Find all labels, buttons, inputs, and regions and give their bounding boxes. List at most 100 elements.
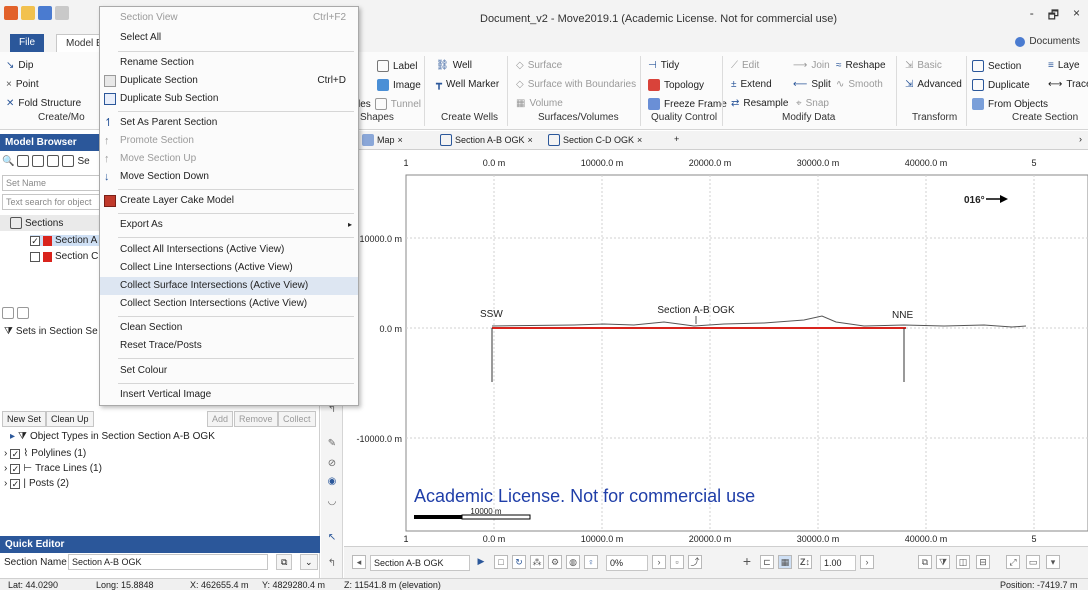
percent-spinner[interactable]: 0% bbox=[606, 555, 648, 571]
menu-rename-section[interactable]: Rename Section bbox=[100, 54, 358, 72]
collect-button[interactable]: Collect bbox=[278, 411, 316, 427]
open-folder-icon[interactable] bbox=[21, 6, 35, 20]
topology-button[interactable]: Topology bbox=[648, 79, 704, 91]
link-icon[interactable]: ⊘ bbox=[326, 458, 338, 470]
zoom-in-icon[interactable]: + bbox=[740, 554, 754, 569]
pointer-icon[interactable]: ↖ bbox=[326, 532, 338, 544]
image-button[interactable]: Image bbox=[377, 79, 421, 91]
view-list-icon[interactable] bbox=[17, 155, 30, 167]
split-view-icon[interactable]: ◫ bbox=[956, 555, 970, 569]
close-icon[interactable]: × bbox=[637, 135, 642, 145]
topography-polyline[interactable] bbox=[491, 315, 1027, 328]
close-icon[interactable]: › bbox=[1079, 134, 1082, 144]
polylines-checkbox[interactable]: ✓ bbox=[10, 448, 21, 459]
expand-icon[interactable]: › bbox=[4, 478, 7, 489]
view-details-icon[interactable] bbox=[32, 155, 45, 167]
close-icon[interactable]: × bbox=[528, 135, 533, 145]
tunnel-button[interactable]: les Tunnel bbox=[358, 98, 421, 110]
clean-up-button[interactable]: Clean Up bbox=[46, 411, 94, 427]
object-type-posts[interactable]: › ✓ | Posts (2) bbox=[4, 478, 69, 489]
object-type-trace-lines[interactable]: › ✓ ⊢ Trace Lines (1) bbox=[4, 463, 102, 474]
section-name-input[interactable]: Section A-B OGK bbox=[68, 554, 268, 570]
remove-button[interactable]: Remove bbox=[234, 411, 278, 427]
menu-reset-trace-posts[interactable]: Reset Trace/Posts bbox=[100, 337, 358, 355]
view-grid-icon[interactable] bbox=[47, 155, 60, 167]
menu-duplicate-sub-section[interactable]: Duplicate Sub Section bbox=[100, 90, 358, 108]
section-select[interactable]: Section A-B OGK bbox=[370, 555, 470, 571]
close-icon[interactable]: × bbox=[1073, 6, 1080, 27]
menu-move-section-up[interactable]: ↑ Move Section Up bbox=[100, 150, 358, 168]
duplicate-section-button[interactable]: Duplicate bbox=[972, 79, 1030, 91]
menu-collect-line-intersections[interactable]: Collect Line Intersections (Active View) bbox=[100, 259, 358, 277]
documents-button[interactable]: Documents bbox=[1015, 36, 1080, 47]
add-button[interactable]: Add bbox=[207, 411, 234, 427]
section-checkbox[interactable]: ✓ bbox=[30, 235, 40, 246]
export-icon[interactable]: ⤴ bbox=[688, 555, 702, 569]
trace-button[interactable]: ⟷Trace bbox=[1048, 79, 1088, 90]
stop-icon[interactable]: ▫ bbox=[670, 555, 684, 569]
section-name-dropdown[interactable]: ⌄ bbox=[300, 554, 318, 570]
layers-icon[interactable]: ⧉ bbox=[918, 555, 932, 569]
surface-boundaries-button[interactable]: ◇ Surface with Boundaries bbox=[516, 79, 636, 90]
settings-icon[interactable]: ⚙ bbox=[548, 555, 562, 569]
align-icon[interactable]: ⊏ bbox=[760, 555, 774, 569]
dip-button[interactable]: ↘ Dip bbox=[6, 60, 33, 71]
tab-section-ab[interactable]: Section A-B OGK × bbox=[440, 134, 533, 146]
tab-file[interactable]: File bbox=[10, 34, 45, 52]
menu-collect-all-intersections[interactable]: Collect All Intersections (Active View) bbox=[100, 241, 358, 259]
window-icon[interactable]: ▭ bbox=[1026, 555, 1040, 569]
edit-button[interactable]: ⟋ Edit bbox=[731, 60, 759, 71]
menu-promote-section[interactable]: ↑ Promote Section bbox=[100, 132, 358, 150]
join-button[interactable]: ⟶ Join bbox=[793, 60, 830, 71]
sections-node[interactable]: Sections bbox=[0, 215, 100, 231]
save-icon[interactable] bbox=[38, 6, 52, 20]
view-tiles-icon[interactable] bbox=[62, 155, 75, 167]
scale-spinner[interactable]: 1.00 bbox=[820, 555, 856, 571]
menu-insert-vertical-image[interactable]: Insert Vertical Image bbox=[100, 386, 358, 404]
volume-button[interactable]: ▦ Volume bbox=[516, 98, 563, 109]
menu-export-as[interactable]: Export As ▸ bbox=[100, 216, 358, 234]
section-canvas[interactable]: 1 0.0 m 10000.0 m 20000.0 m 30000.0 m 40… bbox=[344, 150, 1088, 546]
grid-icon[interactable]: ▦ bbox=[778, 555, 792, 569]
menu-collect-section-intersections[interactable]: Collect Section Intersections (Active Vi… bbox=[100, 295, 358, 313]
menu-move-section-down[interactable]: ↓ Move Section Down bbox=[100, 168, 358, 186]
set-name-field[interactable]: Set Name bbox=[2, 175, 102, 191]
well-button[interactable]: ⛓ Well bbox=[436, 60, 472, 71]
menu-select-all[interactable]: Select All bbox=[100, 29, 358, 47]
section-item[interactable]: Section C bbox=[30, 251, 98, 262]
snap-button[interactable]: ⌖ Snap bbox=[796, 98, 829, 109]
close-icon[interactable]: × bbox=[398, 135, 403, 145]
resample-button[interactable]: ⇄ Resample bbox=[731, 98, 788, 109]
create-section-button[interactable]: Section bbox=[972, 60, 1021, 72]
eye-icon[interactable]: ◉ bbox=[326, 476, 338, 488]
refresh-icon[interactable]: ↻ bbox=[512, 555, 526, 569]
freeze-frame-button[interactable]: Freeze Frame bbox=[648, 98, 727, 110]
menu-collect-surface-intersections[interactable]: Collect Surface Intersections (Active Vi… bbox=[100, 277, 358, 295]
stack-view-icon[interactable]: ⊟ bbox=[976, 555, 990, 569]
asterisk-icon[interactable]: ⁂ bbox=[530, 555, 544, 569]
label-button[interactable]: Label bbox=[377, 60, 417, 72]
object-type-polylines[interactable]: › ✓ ⌇ Polylines (1) bbox=[4, 448, 86, 459]
collapse-icon[interactable]: ↰ bbox=[326, 558, 338, 570]
reshape-button[interactable]: ≈ Reshape bbox=[836, 60, 886, 71]
tidy-button[interactable]: ⊣ Tidy bbox=[648, 60, 679, 71]
from-objects-button[interactable]: From Objects bbox=[972, 98, 1048, 110]
scale-next-icon[interactable]: › bbox=[860, 555, 874, 569]
menu-duplicate-section[interactable]: Duplicate Section Ctrl+D bbox=[100, 72, 358, 90]
expand-icon[interactable]: › bbox=[4, 463, 7, 474]
percent-down-icon[interactable]: › bbox=[652, 555, 666, 569]
section-item[interactable]: ✓ Section A bbox=[30, 235, 104, 246]
surface-button[interactable]: ◇ Surface bbox=[516, 60, 562, 71]
split-button[interactable]: ⟵ Split bbox=[793, 79, 831, 90]
pin-icon[interactable]: ♀ bbox=[584, 555, 598, 569]
curve-icon[interactable]: ◡ bbox=[326, 496, 338, 508]
point-button[interactable]: × Point bbox=[6, 79, 39, 90]
frame-icon[interactable]: □ bbox=[494, 555, 508, 569]
prev-section-icon[interactable]: ◂ bbox=[352, 555, 366, 569]
filter-icon[interactable]: ⧩ bbox=[936, 555, 950, 569]
new-tab-button[interactable]: + bbox=[674, 134, 679, 144]
z-scale-icon[interactable]: Z↕ bbox=[798, 555, 812, 569]
undo-icon[interactable] bbox=[55, 6, 69, 20]
play-icon[interactable]: ▶ bbox=[474, 555, 488, 569]
advanced-transform-button[interactable]: ⇲ Advanced bbox=[905, 79, 962, 90]
